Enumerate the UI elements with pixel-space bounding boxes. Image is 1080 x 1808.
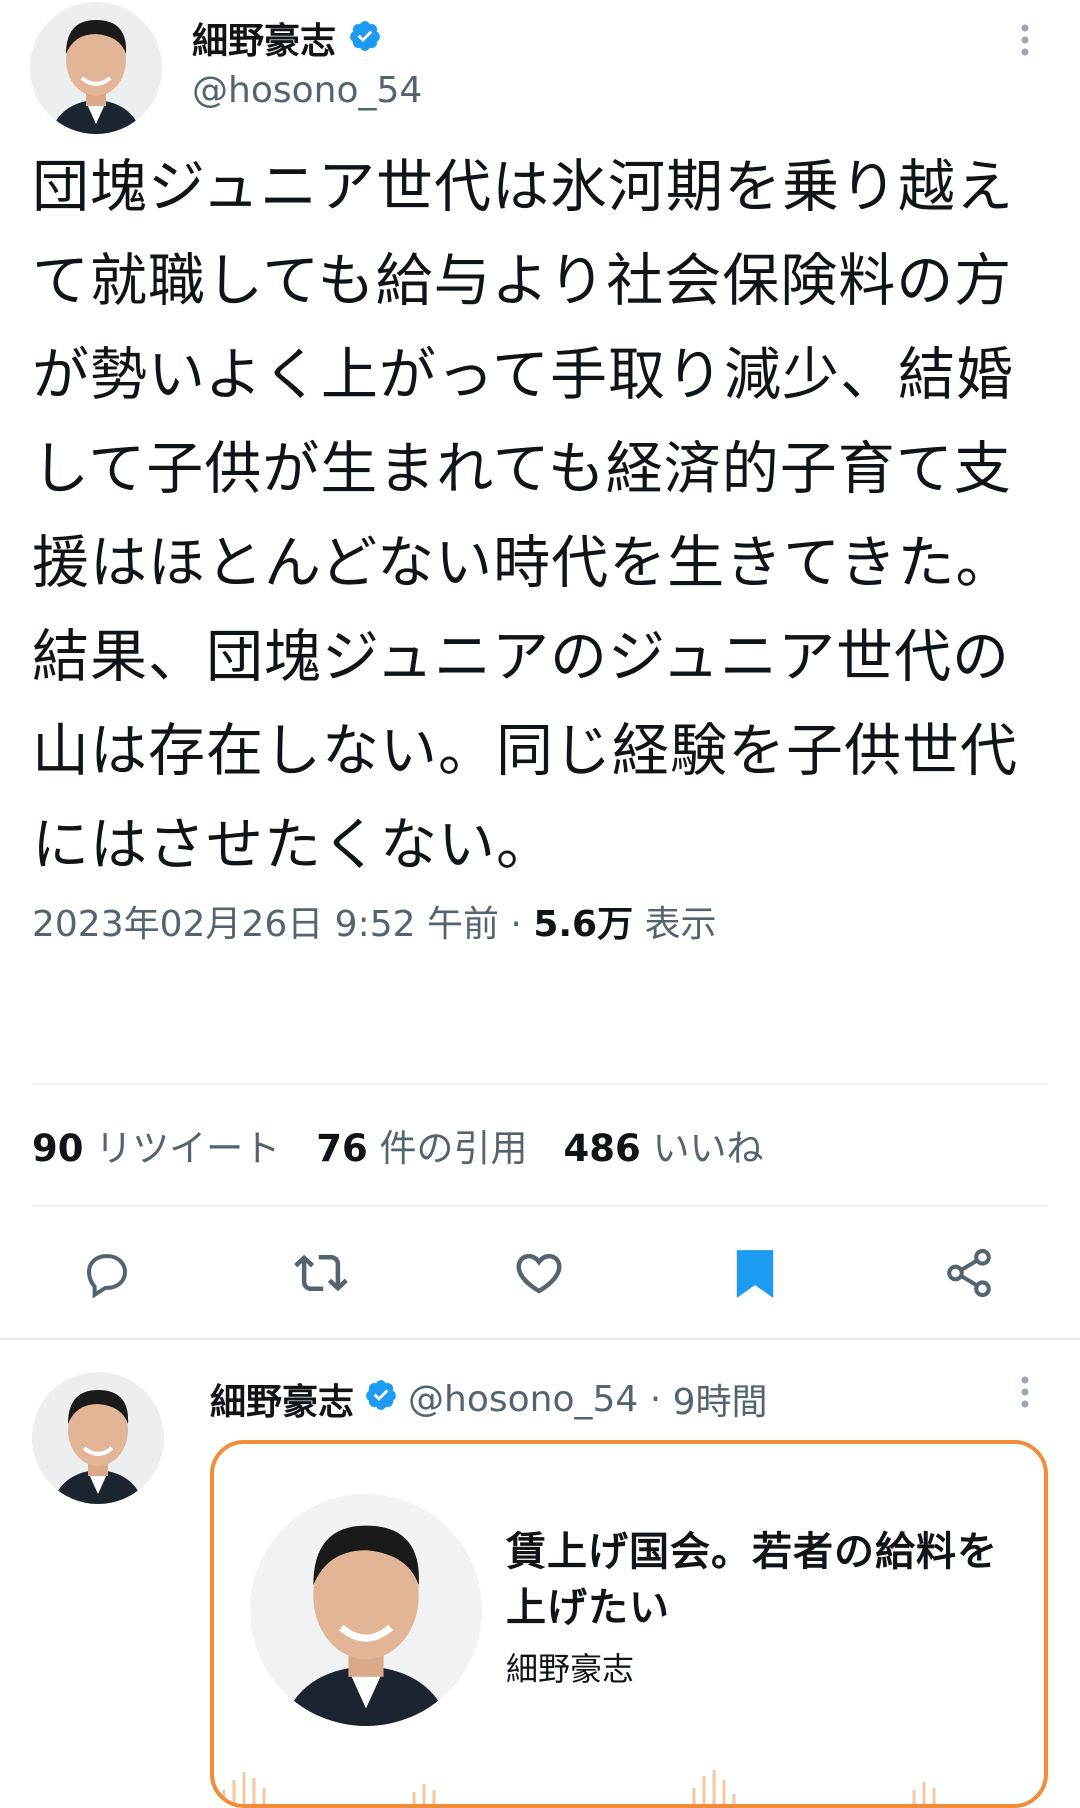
card-author: 細野豪志	[506, 1650, 635, 1688]
section-separator	[0, 1338, 1080, 1340]
share-icon[interactable]	[942, 1246, 996, 1300]
card-title: 賃上げ国会。若者の給料を上げたい	[506, 1529, 998, 1631]
views-count: 5.6万	[533, 904, 634, 945]
author-avatar[interactable]	[30, 2, 162, 134]
verified-badge-icon	[348, 19, 382, 57]
tweet-text: 団塊ジュニア世代は氷河期を乗り越えて就職しても給与より社会保険料の方が勢いよく上…	[32, 154, 1018, 878]
quotes-stat[interactable]: 76 件の引用	[316, 1118, 527, 1172]
author-name[interactable]: 細野豪志	[192, 12, 336, 64]
divider	[32, 1205, 1048, 1207]
divider	[32, 1083, 1048, 1085]
card-portrait	[250, 1494, 482, 1726]
retweet-icon[interactable]	[292, 1246, 350, 1300]
separator-dot: ·	[510, 904, 534, 945]
more-options-icon[interactable]	[1010, 20, 1040, 60]
reply-icon[interactable]	[80, 1246, 134, 1300]
media-card[interactable]: 賃上げ国会。若者の給料を上げたい 細野豪志	[210, 1440, 1048, 1808]
verified-badge-icon	[364, 1378, 398, 1421]
like-icon[interactable]	[512, 1246, 566, 1300]
author-handle[interactable]: @hosono_54	[192, 70, 422, 111]
retweets-stat[interactable]: 90 リツイート	[32, 1118, 280, 1172]
reply-author-name[interactable]: 細野豪志	[210, 1373, 354, 1425]
bookmark-icon[interactable]	[730, 1246, 780, 1302]
reply-author-avatar[interactable]	[32, 1372, 164, 1504]
card-wave-decoration	[214, 1750, 1044, 1804]
reply-time[interactable]: 9時間	[673, 1373, 768, 1425]
separator-dot: ·	[638, 1378, 673, 1420]
tweet-timestamp[interactable]: 2023年02月26日 9:52 午前	[32, 904, 499, 945]
likes-stat[interactable]: 486 いいね	[564, 1118, 764, 1172]
views-label: 表示	[644, 904, 717, 945]
more-options-icon[interactable]	[1010, 1372, 1040, 1412]
reply-author-handle[interactable]: @hosono_54	[408, 1379, 638, 1420]
